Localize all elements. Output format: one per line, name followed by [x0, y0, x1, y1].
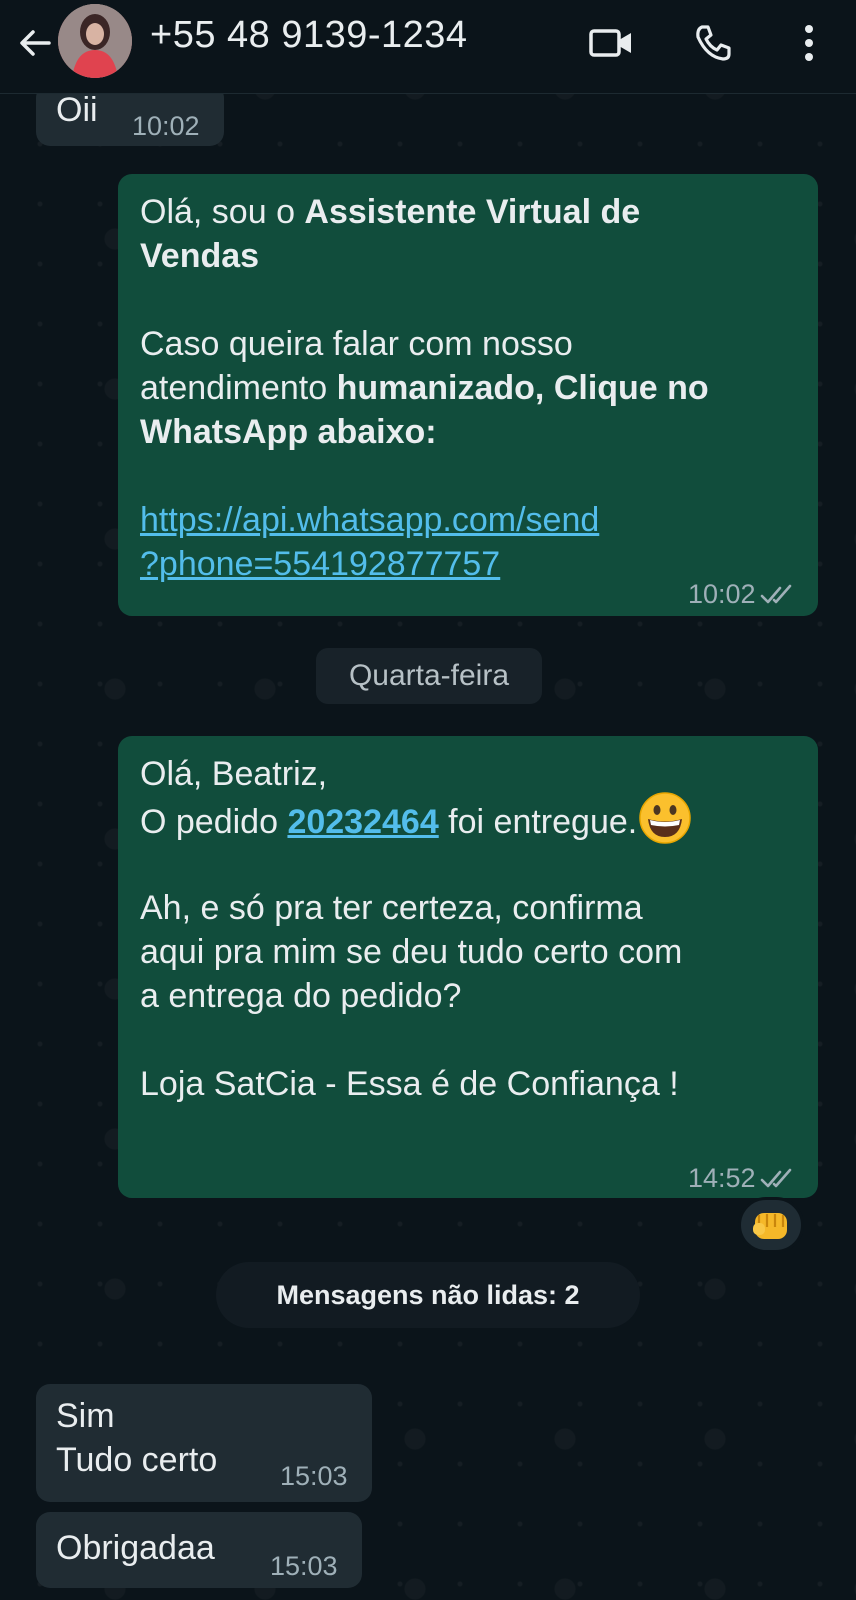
- fist-bump-emoji: [753, 1213, 787, 1239]
- chat-area[interactable]: Oii 10:02 Olá, sou o Assistente Virtual …: [0, 94, 856, 1600]
- message-text: Tudo certo: [56, 1441, 218, 1479]
- incoming-message[interactable]: Obrigadaa 15:03: [36, 1512, 362, 1588]
- message-bold-text: humanizado, Clique no: [336, 369, 709, 407]
- message-text: Ah, e só pra ter certeza, confirma: [140, 889, 643, 928]
- fist-bump-reaction[interactable]: [738, 1197, 804, 1253]
- more-vertical-icon[interactable]: [782, 16, 836, 70]
- message-time: 15:03: [270, 1551, 338, 1581]
- outgoing-message[interactable]: Olá, sou o Assistente Virtual de Vendas …: [118, 174, 818, 616]
- grinning-face-emoji: [637, 790, 693, 846]
- outgoing-message[interactable]: Olá, Beatriz, O pedido 20232464 foi entr…: [118, 736, 818, 1198]
- back-arrow-icon[interactable]: [14, 22, 56, 64]
- message-bold-text: Assistente Virtual de: [304, 193, 641, 231]
- message-text: a entrega do pedido?: [140, 977, 462, 1016]
- message-time: 14:52: [688, 1163, 756, 1193]
- order-number-link[interactable]: 20232464: [287, 803, 438, 841]
- message-text: Obrigadaa: [56, 1529, 215, 1567]
- video-call-icon[interactable]: [584, 16, 638, 70]
- message-text: Olá, Beatriz,: [140, 755, 328, 793]
- message-text: Loja SatCia - Essa é de Confiança !: [140, 1065, 679, 1104]
- message-bold-text: Vendas: [140, 237, 260, 275]
- message-text: atendimento: [140, 369, 337, 407]
- message-text: Oii: [56, 94, 98, 129]
- chat-header: +55 48 9139-1234: [0, 0, 856, 94]
- contact-name[interactable]: +55 48 9139-1234: [150, 14, 468, 57]
- contact-avatar[interactable]: [58, 4, 132, 78]
- message-text: O pedido: [140, 803, 288, 841]
- incoming-message[interactable]: Sim Tudo certo 15:03: [36, 1384, 372, 1502]
- double-check-icon: [760, 574, 796, 618]
- message-bold-text: WhatsApp abaixo:: [140, 413, 437, 451]
- message-text: Caso queira falar com nosso: [140, 325, 573, 363]
- unread-messages-banner: Mensagens não lidas: 2: [216, 1262, 640, 1328]
- date-separator: Quarta-feira: [316, 648, 542, 704]
- phone-icon[interactable]: [686, 16, 740, 70]
- message-time: 10:02: [132, 111, 200, 141]
- message-time: 10:02: [688, 579, 756, 609]
- incoming-message[interactable]: Oii 10:02: [36, 94, 224, 146]
- whatsapp-link[interactable]: https://api.whatsapp.com/send: [140, 501, 599, 539]
- message-text: aqui pra mim se deu tudo certo com: [140, 933, 683, 972]
- message-time: 15:03: [280, 1461, 348, 1491]
- message-text: Olá, sou o: [140, 193, 305, 231]
- message-text: Sim: [56, 1397, 115, 1435]
- message-text: foi entregue.: [438, 803, 638, 841]
- double-check-icon: [760, 1158, 796, 1202]
- whatsapp-link-continued[interactable]: ?phone=554192877757: [140, 545, 500, 583]
